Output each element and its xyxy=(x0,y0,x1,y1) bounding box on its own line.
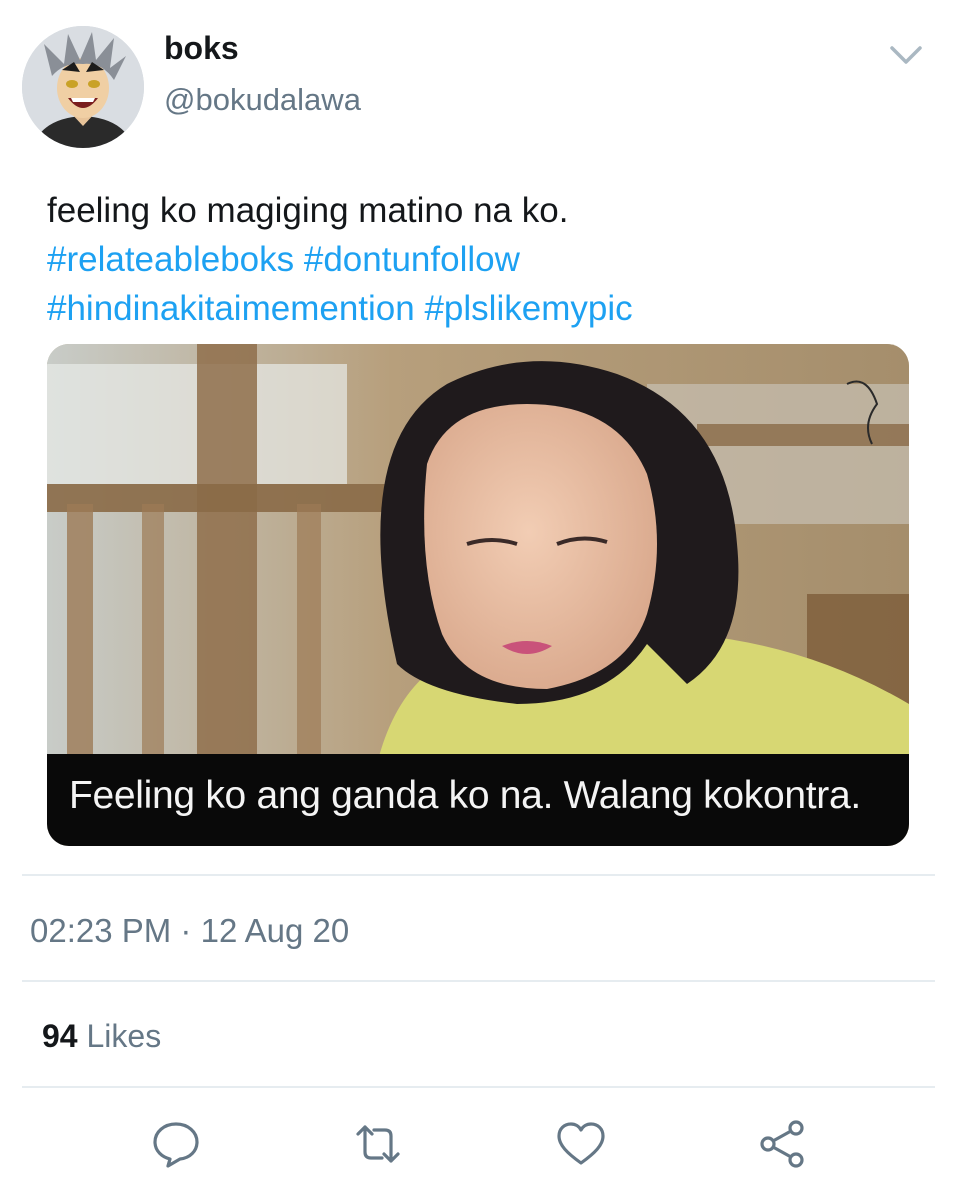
display-name[interactable]: boks xyxy=(164,30,239,67)
like-icon xyxy=(557,1122,605,1165)
avatar-image xyxy=(22,26,144,148)
likes-stat[interactable]: 94 Likes xyxy=(42,1018,161,1055)
tweet-media-image[interactable]: Feeling ko ang ganda ko na. Walang kokon… xyxy=(47,344,909,846)
hashtag-link[interactable]: #dontunfollow xyxy=(304,240,520,279)
tweet-text: feeling ko magiging matino na ko. #relat… xyxy=(47,186,927,333)
divider xyxy=(22,1086,935,1088)
retweet-icon xyxy=(356,1125,400,1163)
share-icon xyxy=(760,1120,804,1168)
reply-icon xyxy=(153,1122,199,1168)
hashtag-link[interactable]: #hindinakitaimemention xyxy=(47,289,415,328)
tweet-text-line: feeling ko magiging matino na ko. xyxy=(47,191,569,230)
media-caption-bar: Feeling ko ang ganda ko na. Walang kokon… xyxy=(47,754,909,846)
tweet-timestamp[interactable]: 02:23 PM · 12 Aug 20 xyxy=(30,912,349,950)
divider xyxy=(22,980,935,982)
divider xyxy=(22,874,935,876)
retweet-button[interactable] xyxy=(352,1118,404,1170)
chevron-down-icon[interactable] xyxy=(888,40,924,68)
reply-button[interactable] xyxy=(150,1118,202,1170)
hashtag-link[interactable]: #plslikemypic xyxy=(424,289,632,328)
media-caption: Feeling ko ang ganda ko na. Walang kokon… xyxy=(69,774,861,817)
likes-label: Likes xyxy=(86,1018,162,1054)
like-button[interactable] xyxy=(555,1118,607,1170)
avatar[interactable] xyxy=(22,26,144,148)
tweet-date: 12 Aug 20 xyxy=(200,912,350,949)
likes-count: 94 xyxy=(42,1018,78,1054)
tweet-time: 02:23 PM xyxy=(30,912,172,949)
user-handle[interactable]: @bokudalawa xyxy=(164,82,361,118)
share-button[interactable] xyxy=(756,1118,808,1170)
timestamp-separator: · xyxy=(180,912,192,949)
hashtag-link[interactable]: #relateableboks xyxy=(47,240,294,279)
